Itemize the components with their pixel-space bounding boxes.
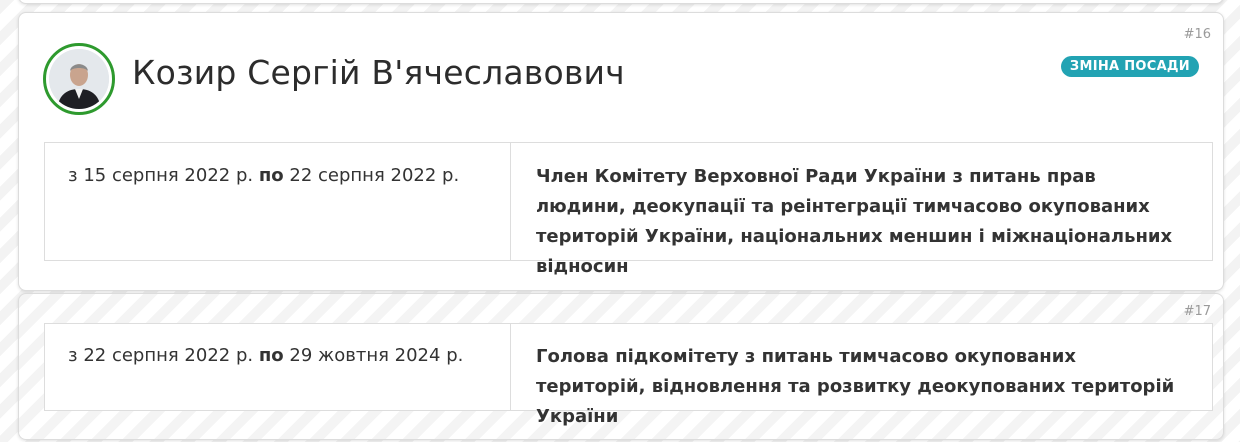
to-word: по <box>258 345 284 366</box>
person-name: Козир Сергій В'ячеславович <box>132 53 625 92</box>
period-dates: з 22 серпня 2022 р. по 29 жовтня 2024 р. <box>45 324 511 410</box>
period-row: з 15 серпня 2022 р. по 22 серпня 2022 р.… <box>44 142 1213 277</box>
status-badge: ЗМІНА ПОСАДИ <box>1060 56 1199 77</box>
from-word: з <box>68 345 78 366</box>
to-word: по <box>258 165 284 186</box>
from-date: 22 серпня 2022 р. <box>83 345 254 366</box>
entry-number: #17 <box>1183 304 1211 319</box>
person-silhouette-icon <box>49 49 109 109</box>
from-word: з <box>68 165 78 186</box>
avatar-photo <box>49 49 109 109</box>
position-title: Голова підкомітету з питань тимчасово ок… <box>536 346 1175 427</box>
from-date: 15 серпня 2022 р. <box>83 165 254 186</box>
position-card: #17 з 22 серпня 2022 р. по 29 жовтня 202… <box>18 293 1224 440</box>
previous-card <box>18 0 1224 4</box>
avatar[interactable] <box>43 43 115 115</box>
position-card: #16 Козир Сергій В'ячеславович ЗМІНА ПОС… <box>18 12 1224 291</box>
to-date: 29 жовтня 2024 р. <box>289 345 464 366</box>
to-date: 22 серпня 2022 р. <box>289 165 460 186</box>
entry-number: #16 <box>1183 27 1211 42</box>
period-dates: з 15 серпня 2022 р. по 22 серпня 2022 р. <box>45 143 511 260</box>
position-title: Член Комітету Верховної Ради України з п… <box>536 166 1173 277</box>
period-row: з 22 серпня 2022 р. по 29 жовтня 2024 р.… <box>44 323 1213 427</box>
